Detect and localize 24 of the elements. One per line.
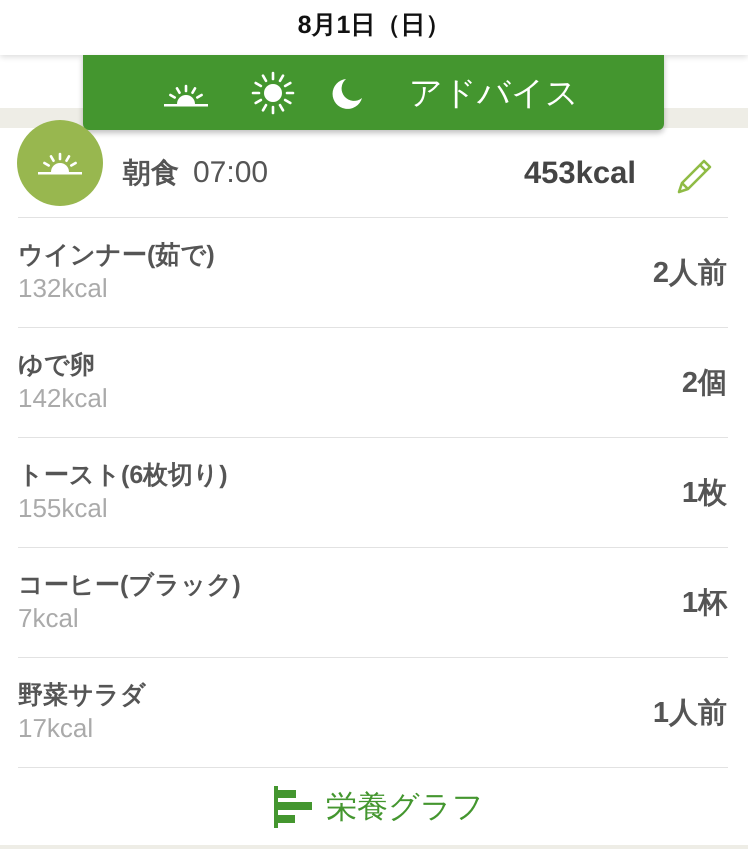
meal-time: 07:00	[193, 156, 268, 190]
food-name: ゆで卵	[18, 350, 95, 380]
nutrition-graph-link[interactable]: 栄養グラフ	[274, 786, 484, 828]
advice-tab[interactable]: アドバイス	[409, 72, 579, 112]
food-name: トースト(6枚切り)	[18, 460, 228, 490]
food-name: 野菜サラダ	[18, 680, 146, 710]
food-calories: 7kcal	[18, 602, 79, 634]
food-calories: 132kcal	[18, 272, 108, 304]
food-quantity: 1枚	[682, 476, 727, 510]
food-calories: 155kcal	[18, 492, 108, 524]
sunrise-icon[interactable]	[162, 82, 210, 108]
food-calories: 17kcal	[18, 712, 94, 744]
date-title: 8月1日（日）	[298, 10, 450, 41]
food-quantity: 2人前	[652, 256, 727, 290]
food-name: コーヒー(ブラック)	[18, 570, 241, 600]
meal-total-calories: 453kcal	[524, 154, 636, 190]
food-quantity: 2個	[682, 366, 727, 400]
meal-name: 朝食	[123, 156, 179, 190]
food-quantity: 1杯	[682, 586, 727, 620]
food-quantity: 1人前	[652, 696, 727, 730]
food-calories: 142kcal	[18, 382, 108, 414]
sun-icon[interactable]	[250, 70, 296, 116]
bar-chart-icon	[274, 786, 312, 828]
food-name: ウインナー(茹で)	[18, 240, 215, 270]
